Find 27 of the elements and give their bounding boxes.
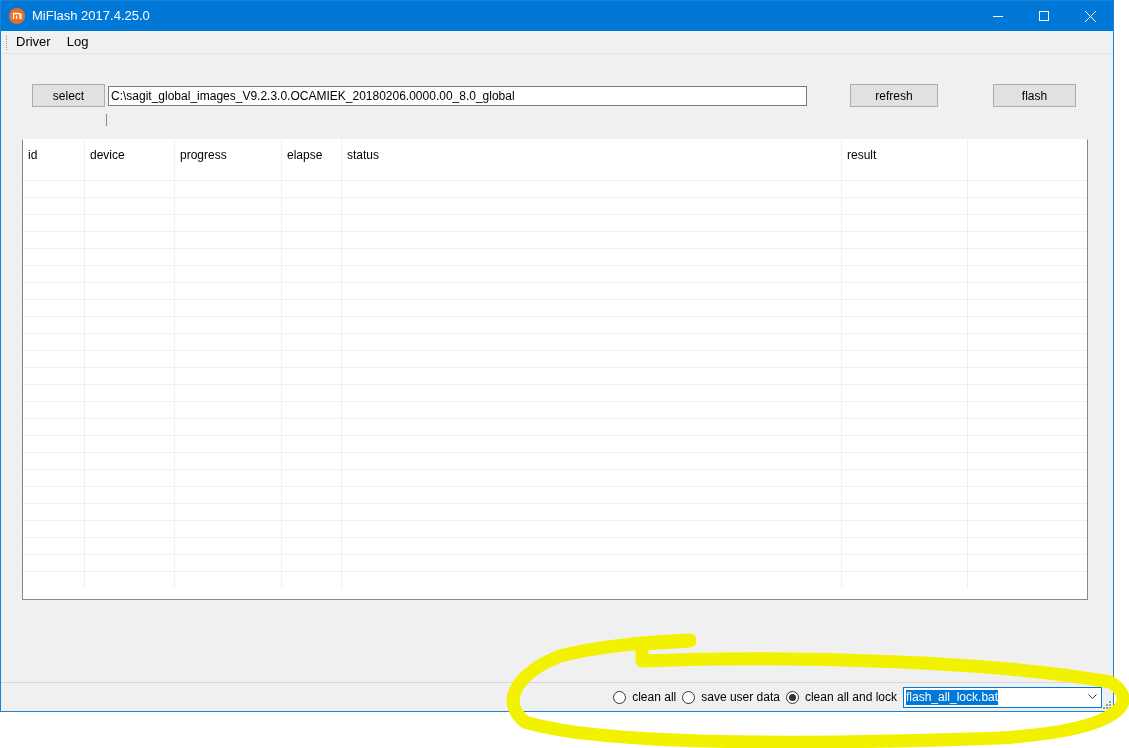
column-header[interactable]: status — [342, 140, 842, 180]
app-logo-icon — [9, 8, 25, 24]
column-header[interactable]: device — [85, 140, 175, 180]
radio-option[interactable]: clean all — [613, 688, 677, 706]
menu-item[interactable]: Log — [58, 32, 97, 52]
column-header[interactable]: progress — [175, 140, 282, 180]
select-button[interactable]: select — [32, 84, 105, 107]
radio-button[interactable] — [613, 690, 627, 704]
column-header[interactable]: elapse — [282, 140, 342, 180]
radio-button[interactable] — [785, 690, 799, 704]
column-header[interactable]: result — [842, 140, 968, 180]
column-header[interactable]: id — [23, 140, 85, 180]
resize-grip-icon — [1103, 701, 1111, 709]
close-icon — [1084, 10, 1096, 22]
grip-icon — [5, 34, 8, 50]
refresh-button[interactable]: refresh — [850, 84, 938, 107]
radio-button[interactable] — [682, 690, 696, 704]
script-dropdown[interactable]: flash_all_lock.bat — [903, 686, 1102, 708]
radio-option[interactable]: save user data — [682, 688, 780, 706]
menu-item[interactable]: Driver — [8, 32, 59, 52]
window-title: MiFlash 2017.4.25.0 — [32, 7, 150, 26]
radio-option[interactable]: clean all and lock — [785, 688, 897, 706]
flash-button[interactable]: flash — [993, 84, 1076, 107]
maximize-icon — [1039, 11, 1049, 21]
text-cursor — [106, 114, 107, 126]
path-field[interactable]: C:\sagit_global_images_V9.2.3.0.OCAMIEK_20180206.0000.00_8.0_global — [108, 85, 807, 106]
chevron-down-icon — [1088, 694, 1097, 700]
